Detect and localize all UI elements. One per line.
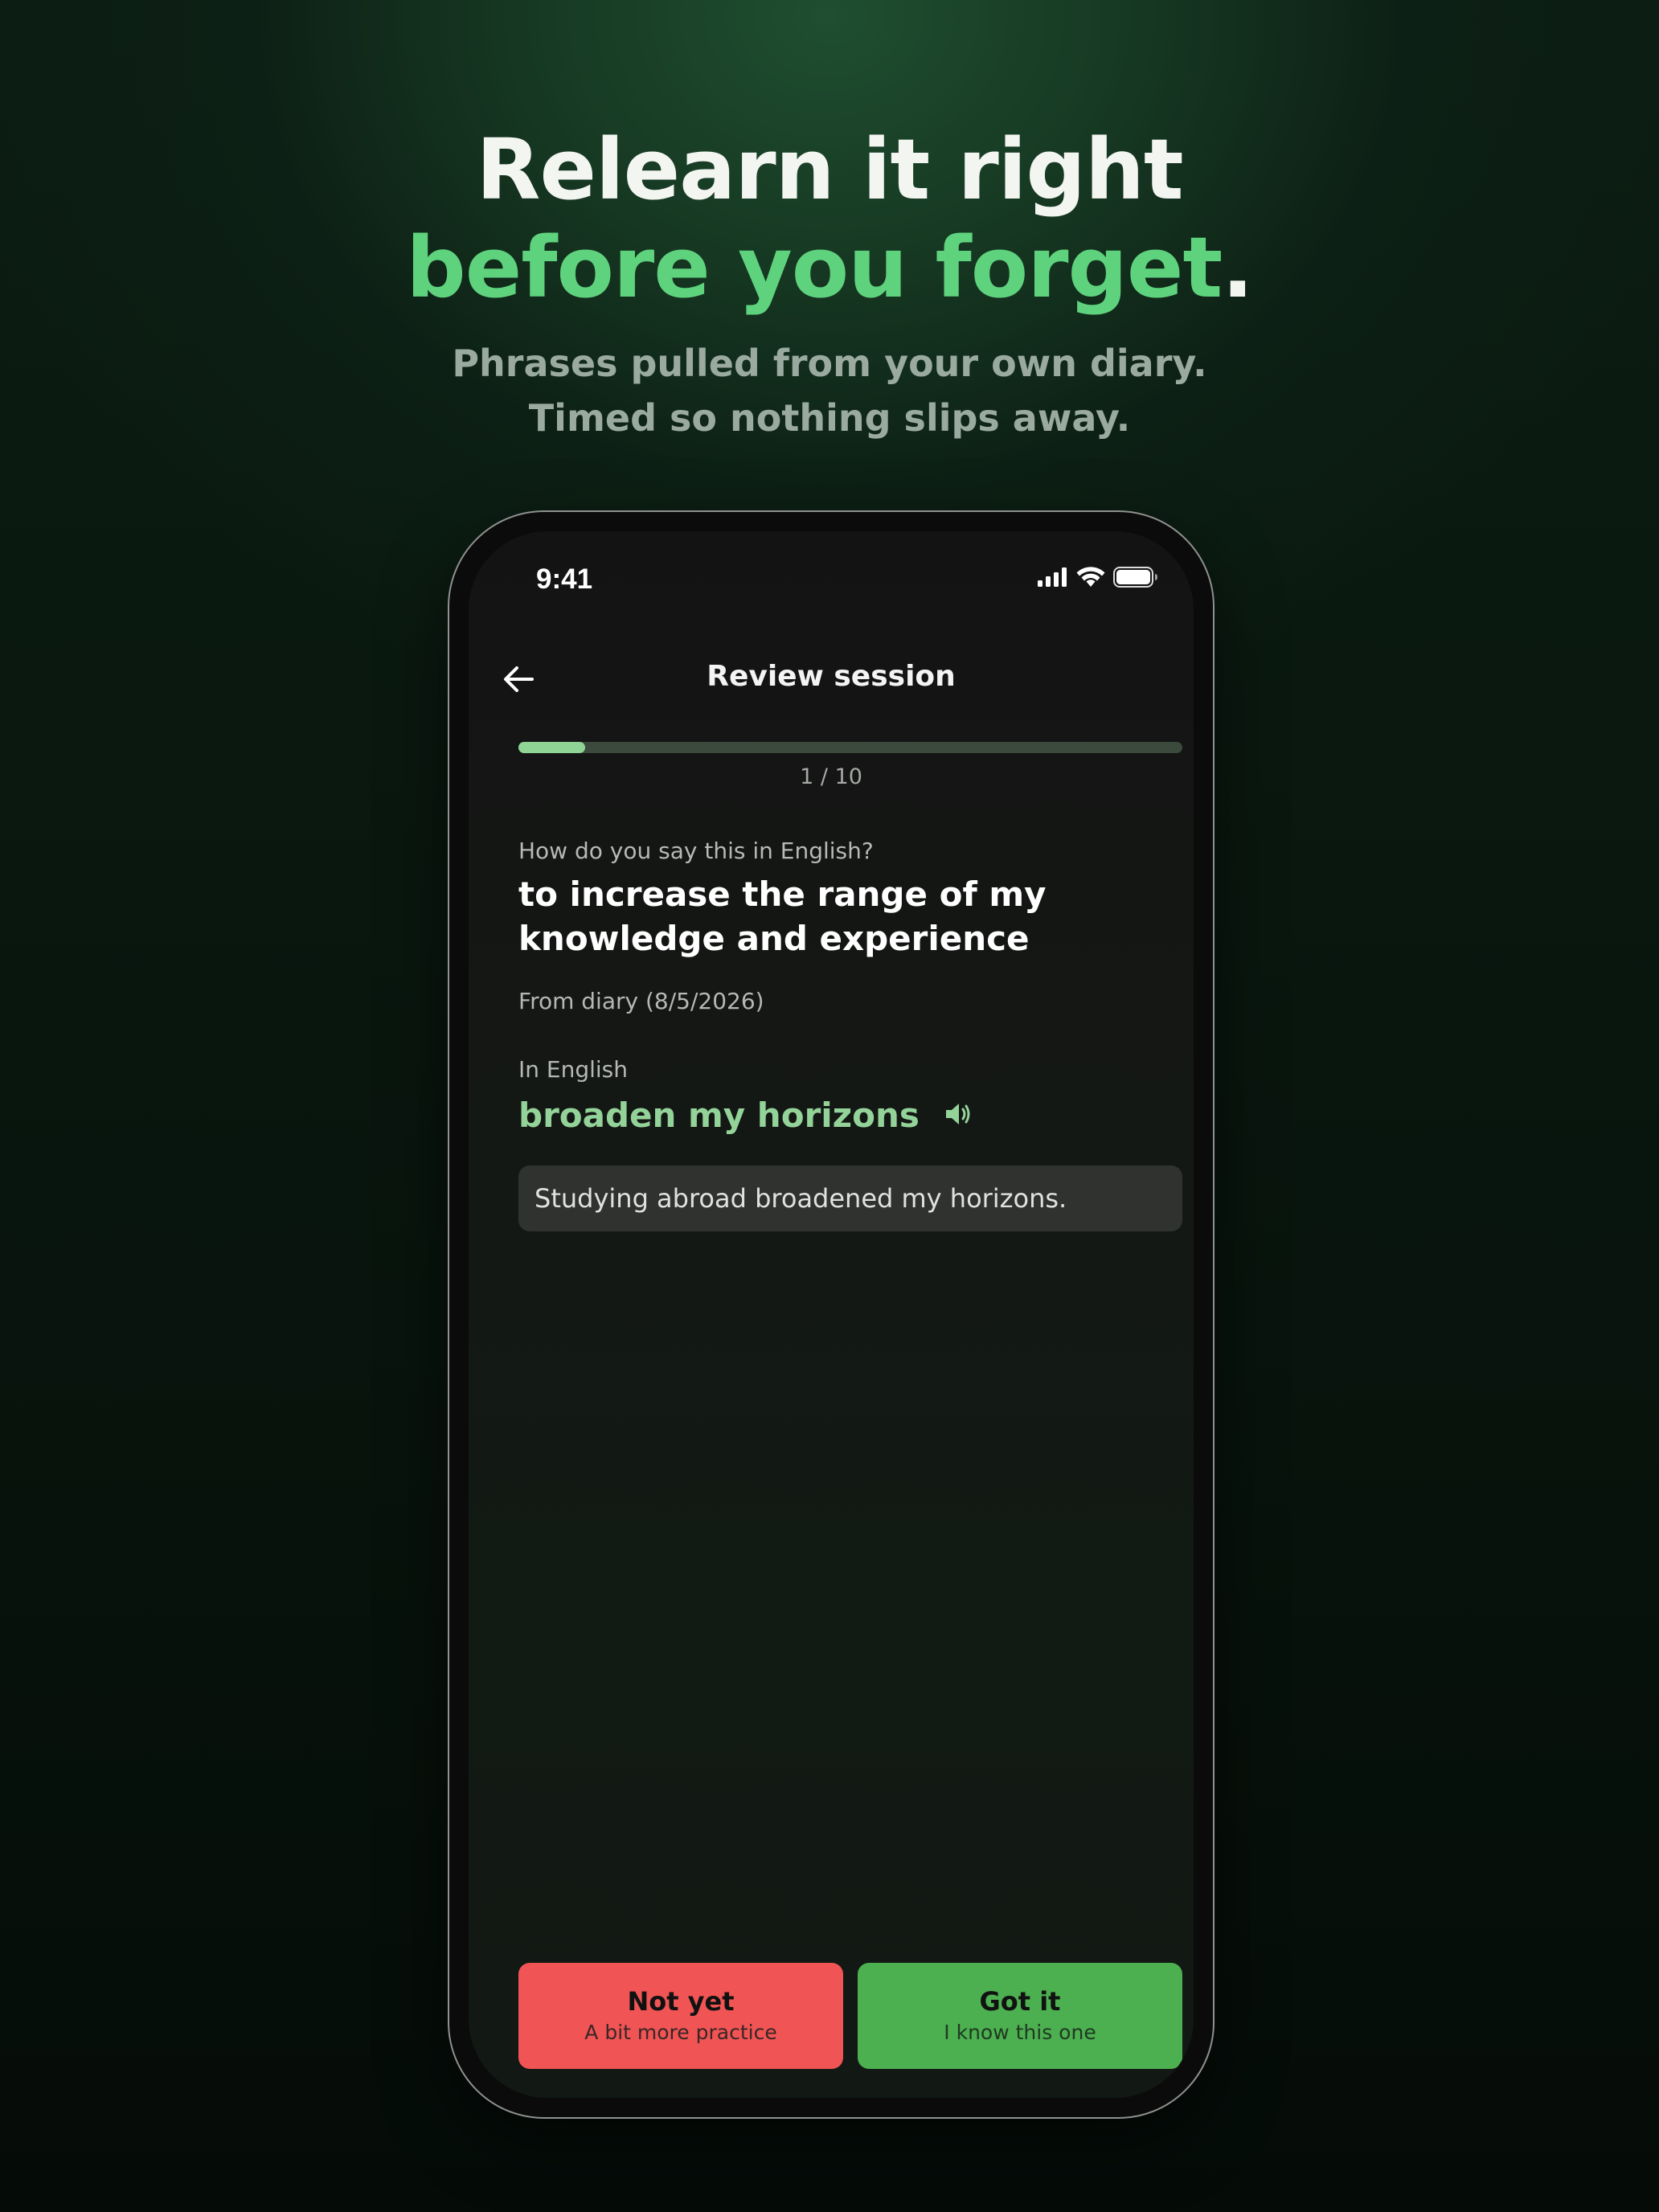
nav-bar: Review session	[469, 649, 1194, 713]
battery-icon	[1113, 567, 1158, 591]
not-yet-label: Not yet	[627, 1986, 735, 2017]
progress-label: 1 / 10	[800, 764, 862, 789]
status-time: 9:41	[536, 563, 593, 595]
cellular-signal-icon	[1038, 567, 1068, 590]
progress-bar-fill	[518, 742, 585, 753]
hero-subtitle: Phrases pulled from your own diary. Time…	[0, 336, 1659, 445]
speaker-icon	[944, 1100, 973, 1131]
hero-title-line1: Relearn it right	[476, 121, 1183, 219]
hero-section: Relearn it right before you forget. Phra…	[0, 121, 1659, 445]
page-title: Review session	[707, 660, 956, 693]
status-bar: 9:41	[469, 531, 1194, 620]
progress-bar	[518, 742, 1182, 753]
question-text: to increase the range of my knowledge an…	[518, 875, 1047, 958]
status-icons	[1038, 567, 1158, 591]
speaker-button[interactable]	[942, 1100, 974, 1132]
answer-label: In English	[518, 1056, 629, 1083]
not-yet-button[interactable]: Not yet A bit more practice	[518, 1963, 843, 2069]
source-label: From diary (8/5/2026)	[518, 988, 764, 1014]
hero-title-line2: before you forget	[406, 219, 1223, 317]
answer-text: broaden my horizons	[518, 1096, 920, 1135]
got-it-sublabel: I know this one	[944, 2021, 1096, 2044]
phone-screen: 9:41 Review session 1 / 10 How do you sa…	[469, 531, 1194, 2098]
question-prompt: How do you say this in English?	[518, 838, 874, 864]
hero-title: Relearn it right before you forget.	[0, 121, 1659, 317]
answer-row: broaden my horizons	[518, 1096, 1182, 1135]
wifi-icon	[1076, 567, 1105, 591]
phone-frame: 9:41 Review session 1 / 10 How do you sa…	[448, 510, 1215, 2119]
got-it-button[interactable]: Got it I know this one	[858, 1963, 1182, 2069]
example-sentence: Studying abroad broadened my horizons.	[518, 1165, 1182, 1231]
hero-subtitle-line1: Phrases pulled from your own diary.	[452, 342, 1207, 385]
hero-title-period: .	[1222, 219, 1254, 317]
hero-subtitle-line2: Timed so nothing slips away.	[528, 396, 1131, 440]
review-card: How do you say this in English? to incre…	[518, 835, 1182, 1231]
answer-actions: Not yet A bit more practice Got it I kno…	[518, 1963, 1182, 2069]
not-yet-sublabel: A bit more practice	[584, 2021, 777, 2044]
got-it-label: Got it	[979, 1986, 1061, 2017]
